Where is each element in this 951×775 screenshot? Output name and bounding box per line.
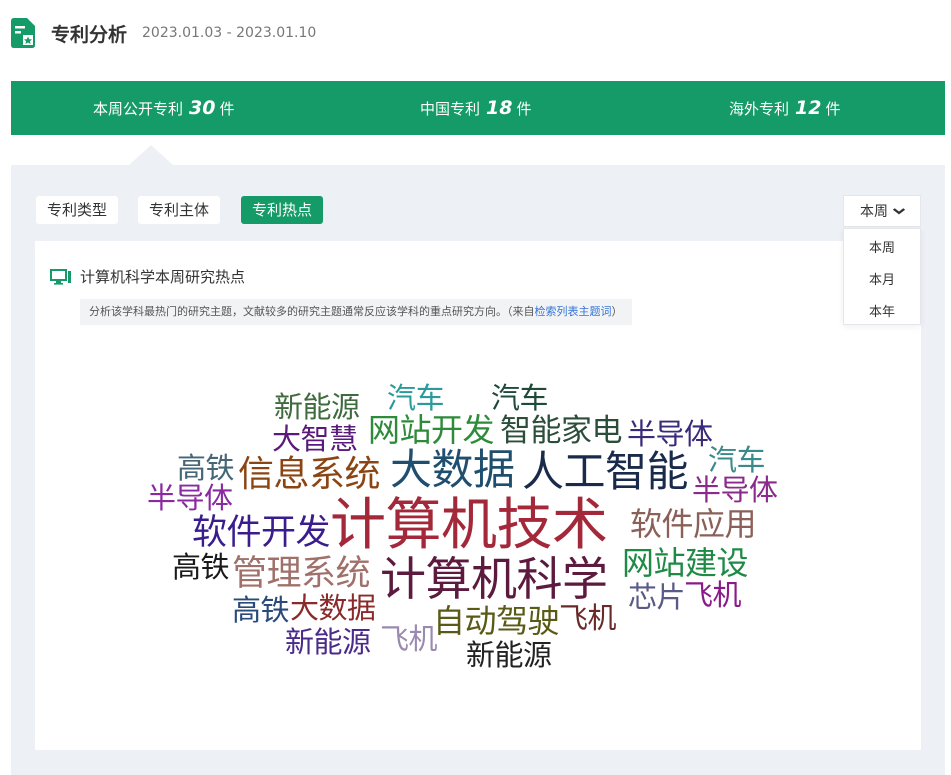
period-select[interactable]: 本周 (843, 195, 921, 227)
period-dropdown: 本周 本月 本年 (843, 228, 921, 325)
stat-unit: 件 (516, 99, 532, 118)
stat-value: 18 (486, 97, 513, 119)
period-option-month[interactable]: 本月 (844, 269, 920, 288)
active-stat-pointer (128, 145, 174, 166)
card-title: 计算机科学本周研究热点 (50, 266, 245, 287)
stat-unit: 件 (219, 99, 235, 118)
chevron-down-icon (892, 205, 906, 218)
stat-value: 12 (795, 97, 822, 119)
stat-label: 海外专利 (729, 99, 790, 118)
document-icon (11, 18, 35, 48)
card-title-text: 计算机科学本周研究热点 (80, 268, 246, 286)
tab-patent-type[interactable]: 专利类型 (36, 196, 119, 224)
tab-patent-hotspot[interactable]: 专利热点 (241, 196, 324, 224)
hint-text: 分析该学科最热门的研究主题，文献较多的研究主题通常反应该学科的重点研究方向。（来… (89, 305, 535, 318)
period-option-year[interactable]: 本年 (844, 301, 920, 320)
date-range: 2023.01.03 - 2023.01.10 (142, 25, 317, 41)
stat-label: 本周公开专利 (93, 99, 184, 118)
stat-china-patents[interactable]: 中国专利 18 件 (420, 81, 531, 135)
stat-unit: 件 (825, 99, 841, 118)
page-title: 专利分析 (51, 23, 128, 46)
stat-label: 中国专利 (420, 99, 481, 118)
stat-overseas-patents[interactable]: 海外专利 12 件 (729, 81, 840, 135)
period-option-week[interactable]: 本周 (844, 237, 920, 256)
tab-patent-subject[interactable]: 专利主体 (138, 196, 221, 224)
hint-link[interactable]: 检索列表主题词 (535, 305, 612, 318)
monitor-icon (50, 268, 72, 285)
page-header: 专利分析 2023.01.03 - 2023.01.10 (11, 15, 316, 51)
hint-box: 分析该学科最热门的研究主题，文献较多的研究主题通常反应该学科的重点研究方向。（来… (80, 299, 632, 325)
hint-end: ） (611, 305, 623, 318)
period-select-value: 本周 (860, 204, 888, 220)
stat-weekly-patents[interactable]: 本周公开专利 30 件 (93, 81, 234, 135)
stat-value: 30 (189, 97, 216, 119)
stats-bar: 本周公开专利 30 件 中国专利 18 件 海外专利 12 件 (11, 81, 945, 135)
